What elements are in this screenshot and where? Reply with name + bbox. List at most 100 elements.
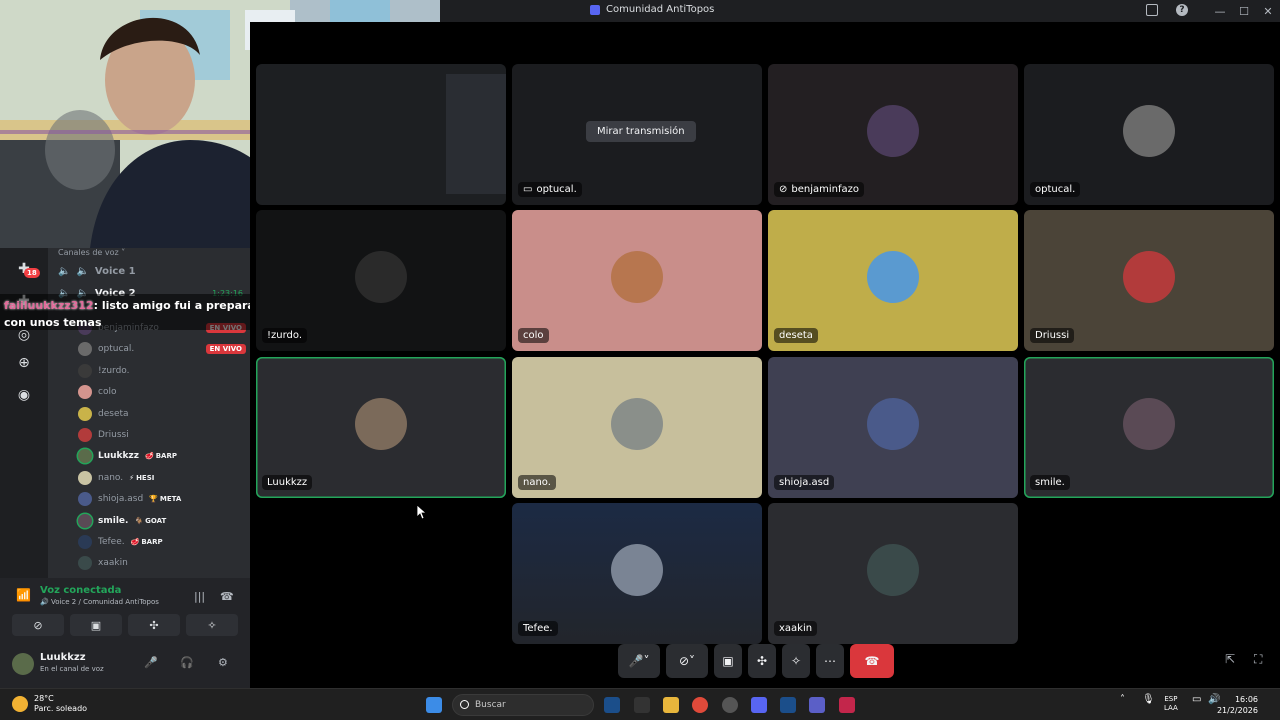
add-server-icon[interactable]: ⊕ <box>13 352 35 374</box>
obs-icon[interactable] <box>722 697 738 713</box>
tray-mic-icon[interactable]: 🎙 <box>1142 695 1155 705</box>
live-badge: EN VIVO <box>205 344 246 355</box>
camera-off-button[interactable]: ⊘ <box>12 614 64 636</box>
voice-member[interactable]: optucal. EN VIVO <box>78 339 246 359</box>
tile-label: !zurdo. <box>262 328 307 343</box>
weather-widget[interactable]: 28°C Parc. soleado <box>12 694 87 714</box>
video-tile[interactable]: xaakin <box>768 503 1018 644</box>
video-tile[interactable]: optucal. <box>1024 64 1274 205</box>
explore-icon[interactable]: ◉ <box>13 384 35 406</box>
voice-member[interactable]: colo <box>78 382 246 402</box>
member-name: Driussi <box>98 430 129 440</box>
tile-label: deseta <box>774 328 818 343</box>
clan-tag-icon: 🥩 <box>130 538 140 546</box>
user-avatar <box>1123 397 1175 450</box>
steam-icon[interactable] <box>604 697 620 713</box>
windows-start-icon[interactable] <box>426 697 442 713</box>
minimize-button[interactable]: — <box>1208 0 1232 22</box>
member-avatar <box>78 513 92 528</box>
share-screen-button[interactable]: ▣ <box>714 644 742 678</box>
user-avatar <box>867 250 919 303</box>
clan-tag-icon: 🐐 <box>134 516 144 525</box>
voice-member[interactable]: nano. ⚡ HESI <box>78 468 246 488</box>
inbox-icon[interactable] <box>1146 4 1158 16</box>
window-title-text: Comunidad AntiTopos <box>606 4 715 15</box>
video-tile[interactable]: !zurdo. <box>256 210 506 351</box>
settings-gear-icon[interactable]: ⚙ <box>218 656 228 669</box>
maximize-button[interactable]: ☐ <box>1232 0 1256 22</box>
notification-badge: 18 <box>24 268 40 278</box>
video-tile[interactable]: Tefee. <box>512 503 762 644</box>
screen-share-button[interactable]: ▣ <box>70 614 122 636</box>
voice-member[interactable]: Tefee. 🥩 BARP <box>78 532 246 552</box>
member-clan-tag: 🏆 META <box>149 495 182 504</box>
voice-channel-1[interactable]: 🔈 🔈 Voice 1 <box>58 262 243 280</box>
chat-username: faiiluukkzz312 <box>4 299 94 312</box>
network-icon[interactable]: ▭ <box>1192 695 1201 705</box>
headphones-icon[interactable]: 🎧 <box>180 656 194 669</box>
voice-member[interactable]: Driussi <box>78 425 246 445</box>
member-name: Tefee. <box>98 537 125 547</box>
video-tile[interactable]: nano. <box>512 357 762 498</box>
member-name: shioja.asd <box>98 494 144 505</box>
video-tile[interactable]: ⊘ benjaminfazo <box>768 64 1018 205</box>
user-avatar <box>867 104 919 157</box>
video-tile[interactable]: deseta <box>768 210 1018 351</box>
tray-chevron-icon[interactable]: ˄ <box>1120 695 1125 705</box>
more-options-button[interactable]: ⋯ <box>816 644 844 678</box>
mic-icon[interactable]: 🎤 <box>144 656 158 669</box>
video-tile-speaking[interactable]: smile. <box>1024 357 1274 498</box>
soundboard-button[interactable]: ✧ <box>186 614 238 636</box>
close-button[interactable]: ✕ <box>1256 0 1280 22</box>
disconnect-icon[interactable]: ☎ <box>220 590 234 603</box>
video-tile[interactable]: shioja.asd <box>768 357 1018 498</box>
muted-icon: ⊘ <box>779 184 788 195</box>
watch-stream-button[interactable]: Mirar transmisión <box>586 121 696 142</box>
voice-location[interactable]: 🔊 Voice 2 / Comunidad AntiTopos <box>40 598 159 606</box>
video-tile[interactable]: Mirar transmisión ▭ optucal. <box>512 64 762 205</box>
window-title: Comunidad AntiTopos <box>590 4 714 15</box>
app-icon[interactable] <box>839 697 855 713</box>
video-tile[interactable]: Driussi <box>1024 210 1274 351</box>
video-tile-speaking[interactable]: Luukkzz <box>256 357 506 498</box>
fullscreen-icon[interactable]: ⛶ <box>1254 652 1262 667</box>
activities-button[interactable]: ✣ <box>748 644 776 678</box>
voice-member[interactable]: !zurdo. <box>78 361 246 381</box>
language-indicator[interactable]: ESP LAA <box>1164 695 1178 713</box>
user-panel[interactable]: Luukkzz En el canal de voz 🎤 🎧 ⚙ <box>12 650 242 680</box>
voice-member[interactable]: xaakin <box>78 553 246 573</box>
file-explorer-icon[interactable] <box>663 697 679 713</box>
epic-games-icon[interactable] <box>634 697 650 713</box>
taskbar-clock[interactable]: 16:06 21/2/2026 <box>1217 694 1258 716</box>
discord-taskbar-icon[interactable] <box>751 697 767 713</box>
steam-icon-2[interactable] <box>780 697 796 713</box>
video-tile[interactable]: colo <box>512 210 762 351</box>
user-avatar <box>1123 104 1175 157</box>
camera-button[interactable]: ⊘˅ <box>666 644 708 678</box>
popout-icon[interactable]: ⇱ <box>1225 652 1235 666</box>
member-name: nano. <box>98 472 124 483</box>
teams-icon[interactable] <box>809 697 825 713</box>
voice-channels-header[interactable]: Canales de voz ˅ <box>58 248 125 257</box>
voice-member[interactable]: smile. 🐐 GOAT <box>78 511 246 531</box>
chrome-icon[interactable] <box>692 697 708 713</box>
weather-sun-icon <box>12 696 28 712</box>
tile-label: optucal. <box>1030 182 1081 197</box>
screen-icon: ▭ <box>523 184 533 195</box>
stream-tile-partial[interactable] <box>256 64 506 205</box>
member-name: deseta <box>98 408 129 419</box>
voice-status[interactable]: Voz conectada <box>40 585 121 596</box>
voice-member[interactable]: shioja.asd 🏆 META <box>78 489 246 509</box>
help-icon[interactable]: ? <box>1176 4 1188 16</box>
microphone-button[interactable]: 🎤˅ <box>618 644 660 678</box>
member-avatar <box>78 470 92 485</box>
call-controls: 🎤˅ ⊘˅ ▣ ✣ ✧ ⋯ ☎ <box>618 644 894 678</box>
activities-button[interactable]: ✣ <box>128 614 180 636</box>
soundboard-button[interactable]: ✧ <box>782 644 810 678</box>
voice-member[interactable]: deseta <box>78 404 246 424</box>
taskbar-search[interactable]: Buscar <box>452 694 594 716</box>
search-icon <box>460 700 469 709</box>
voice-member[interactable]: Luukkzz 🥩 BARP <box>78 446 246 466</box>
noise-suppression-icon[interactable]: ||| <box>194 590 205 603</box>
hang-up-button[interactable]: ☎ <box>850 644 894 678</box>
